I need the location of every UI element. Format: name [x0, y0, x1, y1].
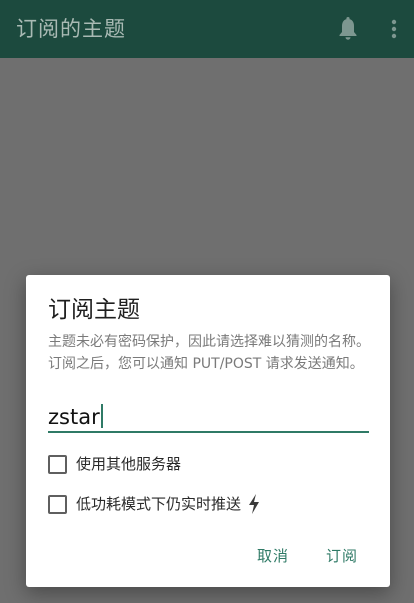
page-title: 订阅的主题: [16, 17, 126, 41]
use-other-server-label: 使用其他服务器: [76, 455, 182, 473]
bell-icon[interactable]: [336, 16, 360, 42]
topic-input[interactable]: zstar: [48, 403, 103, 431]
subscribe-button[interactable]: 订阅: [326, 545, 358, 567]
subscribe-dialog: 订阅主题 主题未必有密码保护，因此请选择难以猜测的名称。订阅之后，您可以通知 P…: [26, 275, 390, 587]
lightning-bolt-icon: [249, 494, 260, 514]
cancel-button[interactable]: 取消: [257, 545, 289, 567]
topic-input-underline: [48, 431, 369, 433]
low-power-instant-option[interactable]: 低功耗模式下仍实时推送: [48, 492, 261, 516]
more-vert-icon[interactable]: [382, 16, 406, 42]
dialog-description: 主题未必有密码保护，因此请选择难以猜测的名称。订阅之后，您可以通知 PUT/PO…: [48, 334, 370, 372]
use-other-server-option[interactable]: 使用其他服务器: [48, 452, 181, 476]
dialog-title: 订阅主题: [48, 297, 140, 323]
text-caret: [100, 404, 103, 428]
low-power-instant-label: 低功耗模式下仍实时推送: [76, 495, 242, 513]
app-bar: 订阅的主题: [0, 0, 414, 58]
topic-input-value: zstar: [48, 405, 100, 429]
use-other-server-checkbox[interactable]: [48, 454, 67, 474]
low-power-instant-checkbox[interactable]: [48, 494, 67, 514]
